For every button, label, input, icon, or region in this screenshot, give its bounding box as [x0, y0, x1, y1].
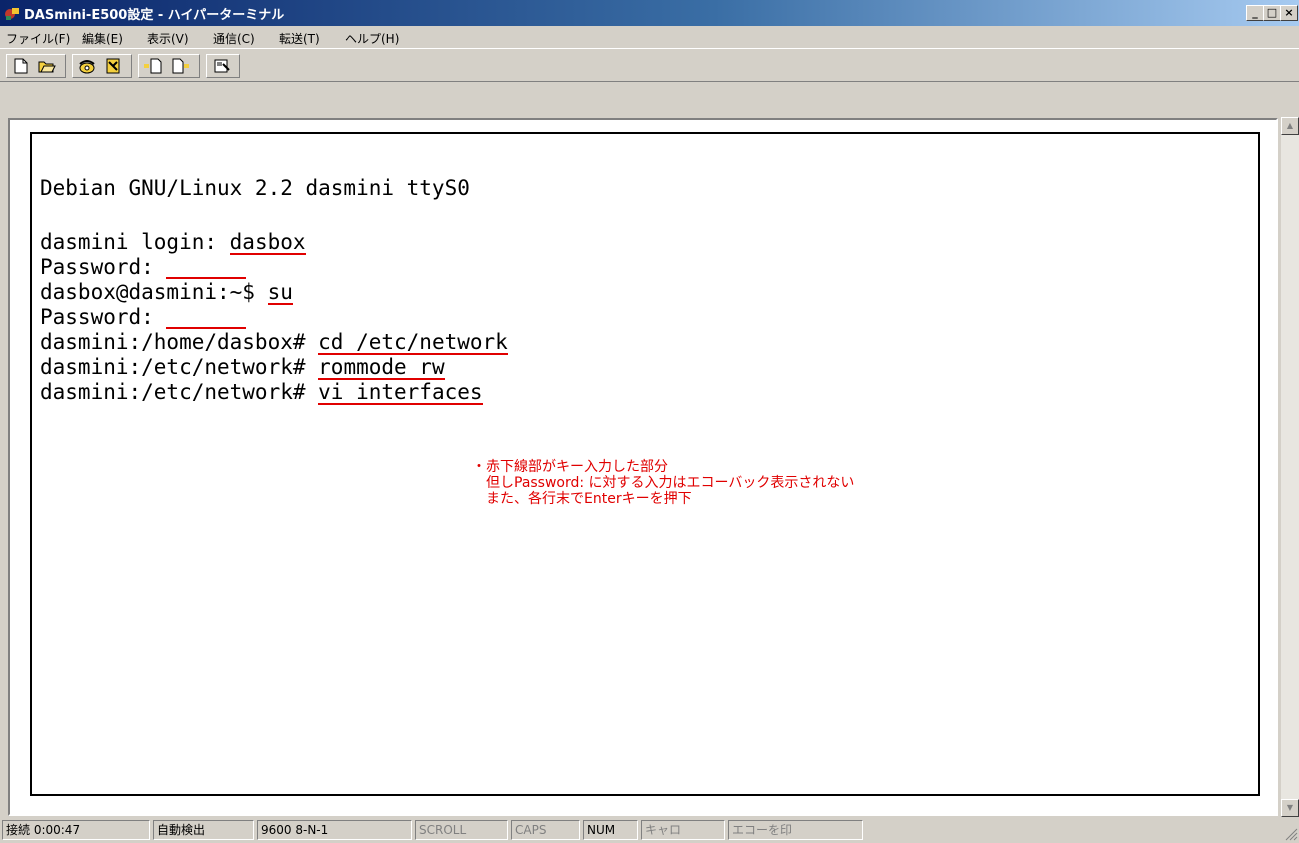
typed-input-su: su: [267, 280, 293, 305]
status-detect: 自動検出: [153, 820, 254, 840]
minimize-button[interactable]: _: [1246, 5, 1264, 21]
login-prompt: dasmini login:: [40, 230, 230, 254]
terminal-line-banner: Debian GNU/Linux 2.2 dasmini ttyS0: [40, 176, 470, 200]
scroll-down-icon[interactable]: ▼: [1281, 799, 1299, 817]
status-connect-time: 接続 0:00:47: [2, 820, 150, 840]
root-prompt: dasmini:/etc/network#: [40, 355, 319, 379]
new-file-icon[interactable]: [11, 57, 31, 75]
menu-file[interactable]: ファイル(F): [6, 30, 70, 47]
properties-icon[interactable]: [212, 57, 232, 75]
typed-input-vi: vi interfaces: [318, 380, 483, 405]
annotation-line-2: 但しPassword: に対する入力はエコーバック表示されない: [472, 475, 855, 491]
banner-text: Debian GNU/Linux 2.2 dasmini ttyS0: [40, 176, 470, 200]
open-folder-icon[interactable]: [37, 57, 57, 75]
terminal-line-rommode: dasmini:/etc/network# rommode rw: [40, 355, 445, 380]
menu-transfer[interactable]: 転送(T): [279, 30, 320, 47]
menu-view[interactable]: 表示(V): [147, 30, 189, 47]
close-button[interactable]: ×: [1280, 5, 1298, 21]
menu-communication[interactable]: 通信(C): [213, 30, 255, 47]
menu-bar: ファイル(F) 編集(E) 表示(V) 通信(C) 転送(T) ヘルプ(H): [0, 26, 1299, 48]
typed-input-rommode: rommode rw: [318, 355, 445, 380]
status-echo-print: エコーを印: [728, 820, 863, 840]
password-prompt: Password:: [40, 305, 167, 329]
disconnect-phone-icon[interactable]: [103, 57, 123, 75]
toolbar-group-transfer: [138, 54, 200, 78]
maximize-button[interactable]: □: [1263, 5, 1281, 21]
window-title: DASmini-E500設定 - ハイパーターミナル: [24, 8, 285, 23]
terminal-screen[interactable]: Debian GNU/Linux 2.2 dasmini ttyS0 dasmi…: [30, 132, 1260, 796]
terminal-line-password-2: Password:: [40, 305, 247, 329]
menu-help[interactable]: ヘルプ(H): [345, 30, 399, 47]
title-bar[interactable]: DASmini-E500設定 - ハイパーターミナル _ □ ×: [0, 0, 1299, 26]
hidden-password-input: [166, 305, 247, 329]
status-bar: 接続 0:00:47 自動検出 9600 8-N-1 SCROLL CAPS N…: [0, 817, 1299, 843]
hidden-password-input: [166, 255, 247, 279]
send-file-icon[interactable]: [143, 57, 163, 75]
annotation-line-1: ・赤下線部がキー入力した部分: [472, 459, 668, 475]
hyperterminal-app-icon[interactable]: [4, 5, 20, 21]
terminal-line-password-1: Password:: [40, 255, 247, 279]
resize-grip-icon[interactable]: [1284, 827, 1298, 841]
toolbar: [0, 48, 1299, 82]
vertical-scrollbar[interactable]: ▲ ▼: [1281, 117, 1299, 817]
root-prompt: dasmini:/home/dasbox#: [40, 330, 319, 354]
dial-phone-icon[interactable]: [77, 57, 97, 75]
typed-input-username: dasbox: [229, 230, 306, 255]
status-port-settings: 9600 8-N-1: [257, 820, 412, 840]
typed-input-cd: cd /etc/network: [318, 330, 508, 355]
receive-file-icon[interactable]: [171, 57, 191, 75]
terminal-line-vi: dasmini:/etc/network# vi interfaces: [40, 380, 483, 405]
password-prompt: Password:: [40, 255, 167, 279]
annotation-note: ・赤下線部がキー入力した部分 但しPassword: に対する入力はエコーバック…: [472, 459, 854, 507]
scroll-up-icon[interactable]: ▲: [1281, 117, 1299, 135]
toolbar-group-call: [72, 54, 132, 78]
status-num: NUM: [583, 820, 638, 840]
toolbar-group-file: [6, 54, 66, 78]
status-scroll: SCROLL: [415, 820, 508, 840]
terminal-line-cd: dasmini:/home/dasbox# cd /etc/network: [40, 330, 508, 355]
terminal-line-su: dasbox@dasmini:~$ su: [40, 280, 293, 305]
status-capture: キャロ: [641, 820, 725, 840]
shell-prompt: dasbox@dasmini:~$: [40, 280, 268, 304]
status-caps: CAPS: [511, 820, 580, 840]
menu-edit[interactable]: 編集(E): [82, 30, 123, 47]
annotation-line-3: また、各行末でEnterキーを押下: [472, 491, 692, 507]
terminal-line-login: dasmini login: dasbox: [40, 230, 306, 255]
toolbar-group-properties: [206, 54, 240, 78]
root-prompt: dasmini:/etc/network#: [40, 380, 319, 404]
